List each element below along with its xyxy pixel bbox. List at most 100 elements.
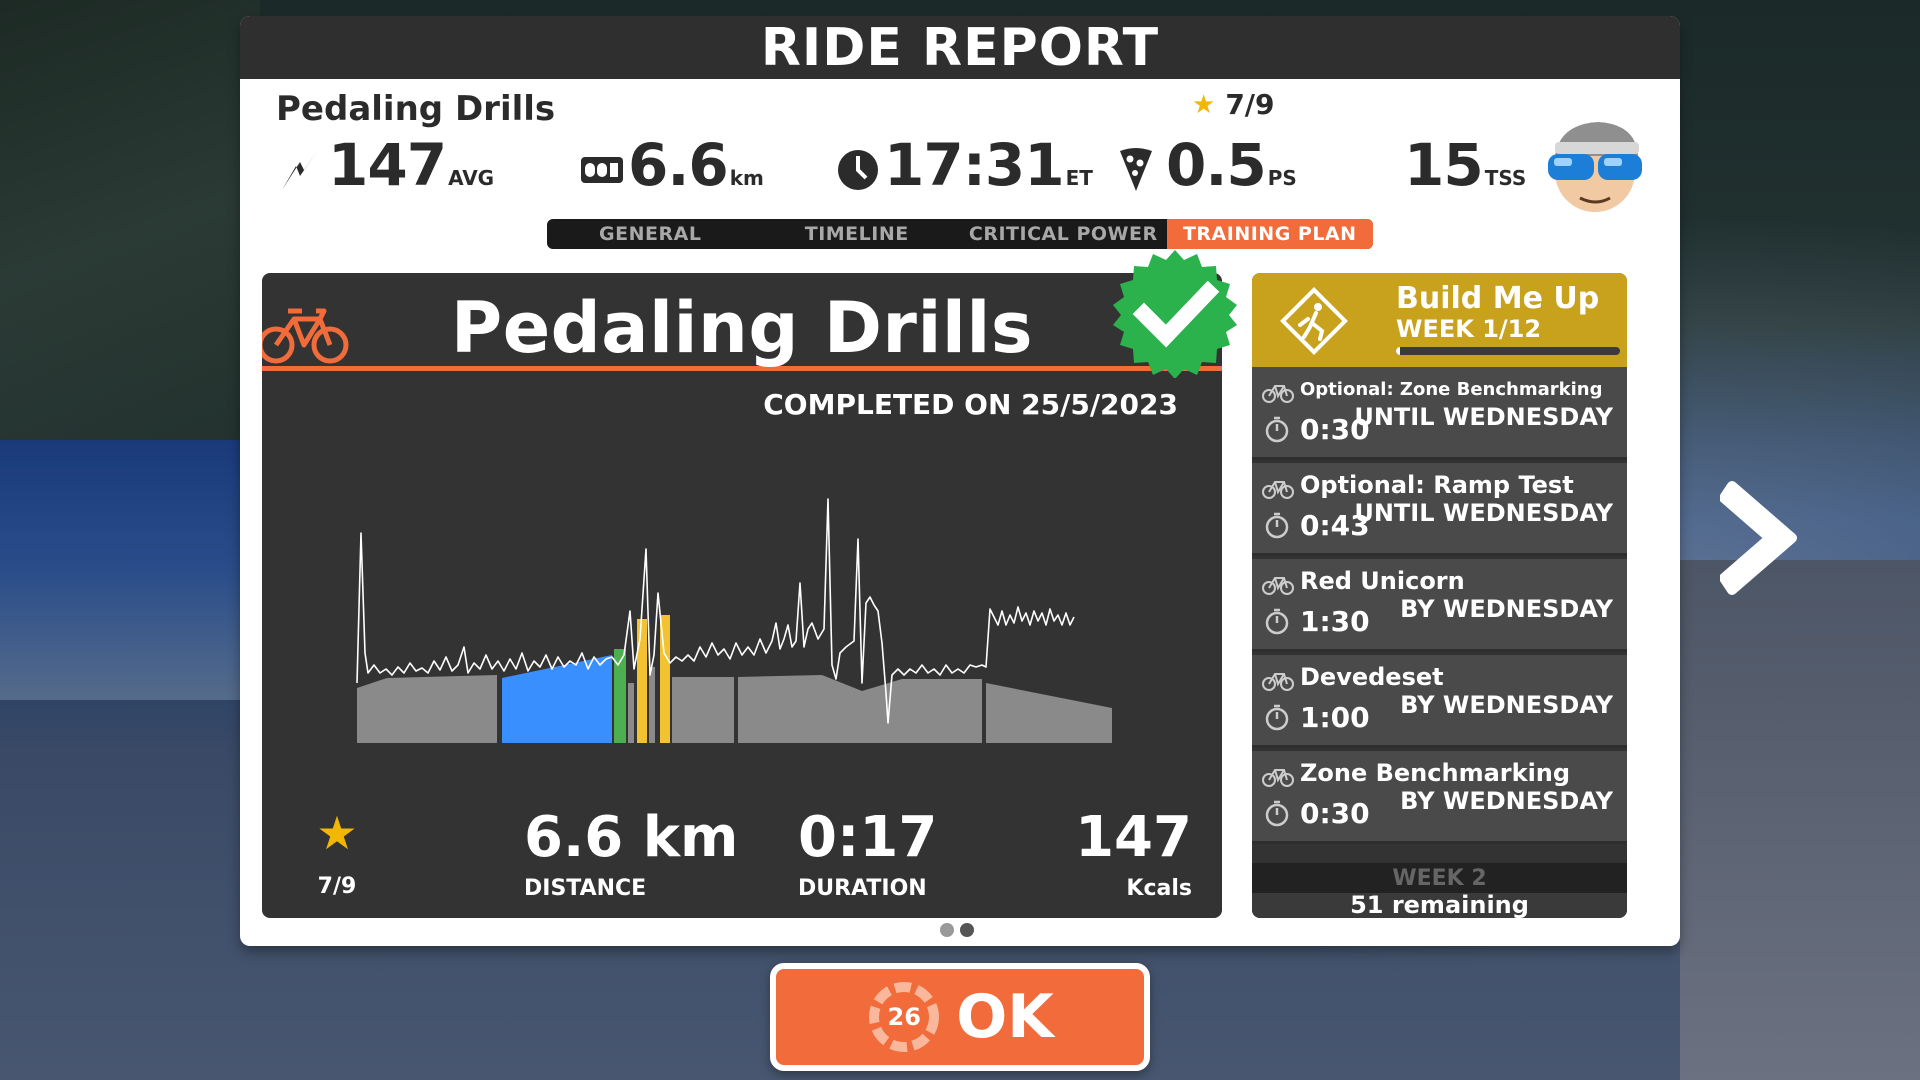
plan-workout-name: Red Unicorn xyxy=(1300,567,1465,595)
plan-workout-duration: 1:30 xyxy=(1300,605,1370,638)
background-road xyxy=(1680,560,1920,1080)
workout-title: Pedaling Drills xyxy=(450,287,1034,369)
workout-distance-label: DISTANCE xyxy=(524,876,647,901)
clock-icon xyxy=(836,146,880,194)
stat-time-value: 17:31 xyxy=(884,131,1065,199)
plan-workout-name: Devedeset xyxy=(1300,663,1444,691)
countdown-value: 26 xyxy=(887,1003,921,1031)
plan-workout-duration: 1:00 xyxy=(1300,701,1370,734)
plan-workout-name: Zone Benchmarking xyxy=(1300,759,1571,787)
chevron-right-icon[interactable] xyxy=(1720,478,1810,598)
workout-calories-label: Kcals xyxy=(1126,876,1192,901)
star-icon: ★ xyxy=(1192,89,1216,120)
odometer-icon xyxy=(580,146,624,194)
pizza-slice-icon xyxy=(1118,146,1162,194)
workout-distance: 6.6 km DISTANCE xyxy=(524,805,764,902)
plan-workout-item[interactable]: Optional: Zone Benchmarking 0:30 UNTIL W… xyxy=(1252,367,1627,460)
page-dot[interactable] xyxy=(940,923,954,937)
ok-label: OK xyxy=(956,982,1054,1052)
star-icon: ★ xyxy=(316,806,358,860)
plan-workout-deadline: UNTIL WEDNESDAY xyxy=(1354,499,1613,527)
stat-tss-unit: TSS xyxy=(1484,166,1527,190)
stat-distance: 6.6 km xyxy=(580,136,764,194)
stopwatch-icon xyxy=(1265,608,1289,635)
ride-stats-row: 147 AVG 6.6 km 17:31 ET 0.5 PS 15 TSS xyxy=(240,136,1680,206)
report-tabs: GENERAL TIMELINE CRITICAL POWER TRAINING… xyxy=(547,219,1373,249)
workout-rating: ★ 7/9 xyxy=(302,808,372,899)
plan-workout-deadline: BY WEDNESDAY xyxy=(1400,787,1613,815)
plan-header: Build Me Up WEEK 1/12 xyxy=(1252,273,1627,367)
construction-sign-icon xyxy=(1280,287,1348,355)
plan-workout-deadline: BY WEDNESDAY xyxy=(1400,595,1613,623)
workout-duration-label: DURATION xyxy=(798,876,927,901)
workout-card-header: Pedaling Drills xyxy=(262,273,1222,371)
plan-workout-name: Optional: Ramp Test xyxy=(1300,471,1574,499)
next-week-label: WEEK 2 xyxy=(1252,863,1627,893)
workout-power-chart xyxy=(356,498,1112,743)
stat-distance-value: 6.6 xyxy=(628,131,729,199)
completed-date: COMPLETED ON 25/5/2023 xyxy=(763,388,1178,421)
bike-icon xyxy=(1262,481,1294,499)
ride-report-modal: RIDE REPORT Pedaling Drills ★ 7/9 147 AV… xyxy=(240,16,1680,946)
stat-power-value: 147 xyxy=(328,131,447,199)
stat-power: 147 AVG xyxy=(280,136,494,194)
workout-rating-value: 7/9 xyxy=(317,874,357,899)
modal-header: RIDE REPORT xyxy=(240,16,1680,79)
bike-icon xyxy=(1262,673,1294,691)
page-indicator xyxy=(940,923,974,937)
ride-rating-value: 7/9 xyxy=(1225,88,1275,121)
stopwatch-icon xyxy=(1265,800,1289,827)
plan-workout-name: Optional: Zone Benchmarking xyxy=(1300,379,1603,400)
stat-time: 17:31 ET xyxy=(836,136,1093,194)
stat-pizza: 0.5 PS xyxy=(1118,136,1297,194)
plan-workout-deadline: UNTIL WEDNESDAY xyxy=(1354,403,1613,431)
workout-duration: 0:17 DURATION xyxy=(798,805,948,902)
plan-workout-deadline: BY WEDNESDAY xyxy=(1400,691,1613,719)
plan-workout-duration: 0:30 xyxy=(1300,797,1370,830)
plan-workout-item[interactable]: Red Unicorn 1:30 BY WEDNESDAY xyxy=(1252,559,1627,652)
page-dot-active[interactable] xyxy=(960,923,974,937)
modal-title: RIDE REPORT xyxy=(760,17,1160,78)
bike-icon xyxy=(1262,577,1294,595)
interval-blocks xyxy=(357,615,1112,743)
stat-time-unit: ET xyxy=(1065,166,1093,190)
ride-name: Pedaling Drills xyxy=(276,89,556,129)
stat-tss: 15 TSS xyxy=(1404,136,1526,194)
stat-power-unit: AVG xyxy=(448,166,495,190)
plan-progress-fill xyxy=(1396,347,1401,355)
completed-check-badge xyxy=(1113,250,1237,378)
plan-progress-bar xyxy=(1396,347,1620,355)
stat-tss-value: 15 xyxy=(1404,131,1484,199)
rider-avatar xyxy=(1540,116,1650,216)
workout-duration-value: 0:17 xyxy=(798,805,938,870)
plan-workout-item[interactable]: Optional: Ramp Test 0:43 UNTIL WEDNESDAY xyxy=(1252,463,1627,556)
bike-icon xyxy=(1262,769,1294,787)
workout-stats: ★ 7/9 6.6 km DISTANCE 0:17 DURATION 147 … xyxy=(262,808,1222,908)
plan-workout-item[interactable]: Devedeset 1:00 BY WEDNESDAY xyxy=(1252,655,1627,748)
background-rocks xyxy=(0,0,260,470)
tab-timeline[interactable]: TIMELINE xyxy=(754,219,961,249)
tab-general[interactable]: GENERAL xyxy=(547,219,754,249)
plan-week: WEEK 1/12 xyxy=(1396,315,1542,343)
workout-calories: 147 Kcals xyxy=(1042,805,1192,902)
ok-button[interactable]: 26 OK xyxy=(770,963,1150,1071)
stopwatch-icon xyxy=(1265,416,1289,443)
bike-icon xyxy=(1262,385,1294,403)
plan-title: Build Me Up xyxy=(1396,281,1600,316)
stat-pizza-unit: PS xyxy=(1267,166,1297,190)
workout-distance-value: 6.6 km xyxy=(524,805,739,870)
power-lightning-icon xyxy=(280,146,324,194)
ride-rating: ★ 7/9 xyxy=(1192,88,1275,121)
tab-critical-power[interactable]: CRITICAL POWER xyxy=(960,219,1167,249)
workout-calories-value: 147 xyxy=(1075,805,1192,870)
countdown-timer: 26 xyxy=(866,979,942,1055)
tab-training-plan[interactable]: TRAINING PLAN xyxy=(1166,219,1373,249)
stat-pizza-value: 0.5 xyxy=(1166,131,1267,199)
remaining-count: 51 remaining xyxy=(1252,893,1627,918)
workout-summary-card: Pedaling Drills COMPLETED ON 25/5/2023 ★… xyxy=(262,273,1222,918)
stat-distance-unit: km xyxy=(729,166,764,190)
training-plan-panel: Build Me Up WEEK 1/12 Optional: Zone Ben… xyxy=(1252,273,1627,918)
stopwatch-icon xyxy=(1265,512,1289,539)
stopwatch-icon xyxy=(1265,704,1289,731)
plan-workout-item[interactable]: Zone Benchmarking 0:30 BY WEDNESDAY xyxy=(1252,751,1627,844)
